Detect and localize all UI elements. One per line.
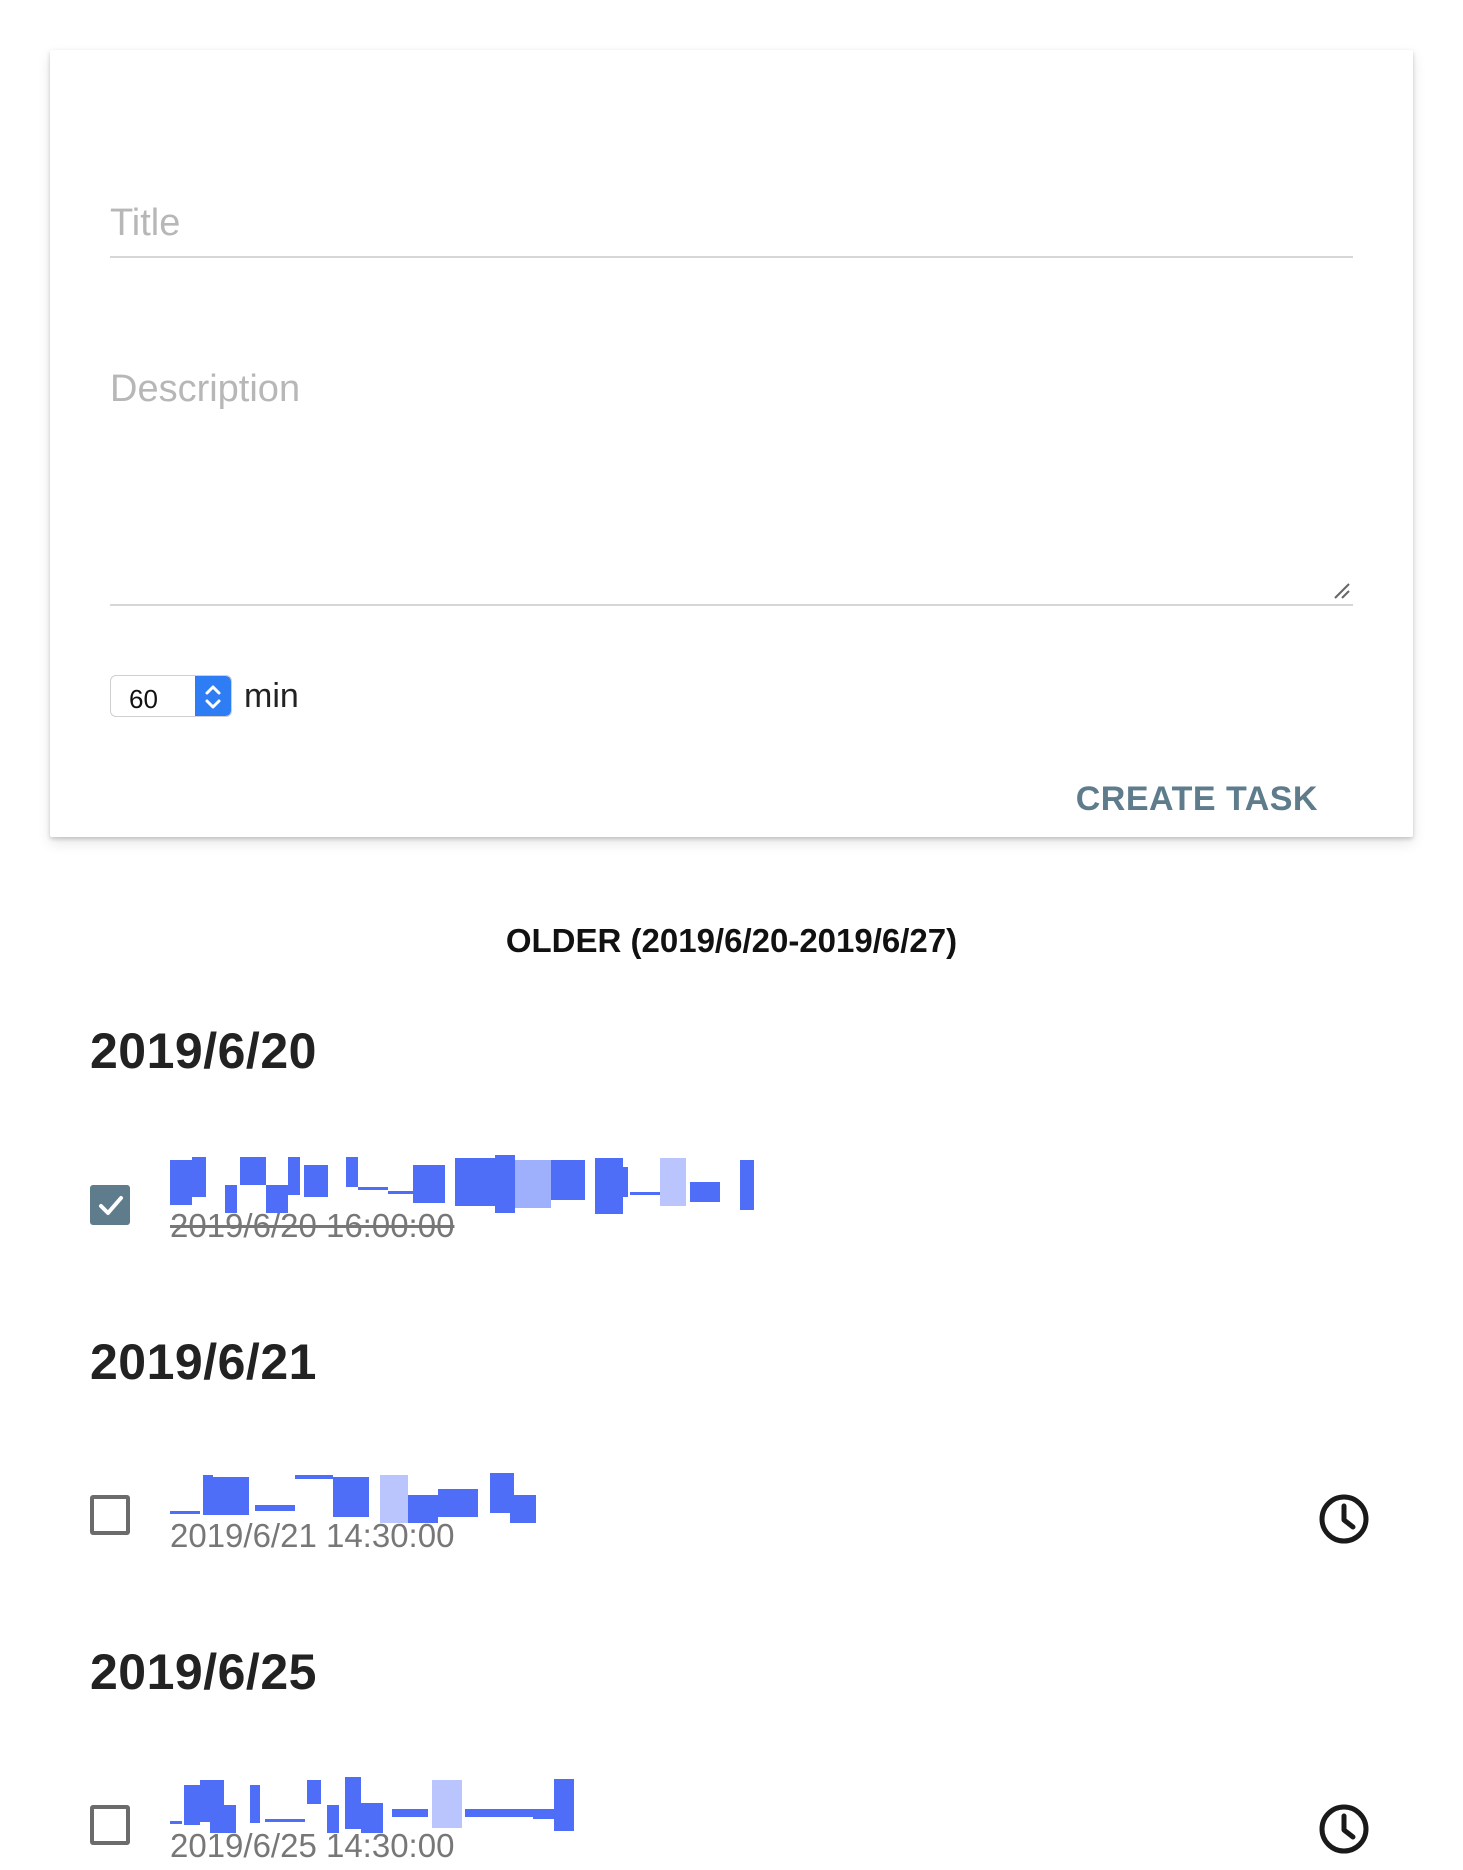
title-input[interactable] [110, 200, 1353, 246]
task-row: 2019/6/21 14:30:00 [90, 1465, 1370, 1565]
task-time: 2019/6/25 14:30:00 [170, 1827, 455, 1864]
clock-icon[interactable] [1318, 1803, 1370, 1855]
stepper-arrows[interactable] [195, 676, 231, 716]
task-time: 2019/6/20 16:00:00 [170, 1207, 455, 1244]
section-heading: OLDER (2019/6/20-2019/6/27) [505, 922, 958, 959]
day-heading: 2019/6/21 [90, 1334, 317, 1390]
task-row: 2019/6/25 14:30:00 [90, 1775, 1370, 1870]
title-field[interactable] [110, 148, 1353, 258]
description-field[interactable] [110, 324, 1353, 606]
task-row: 2019/6/20 16:00:00 [90, 1155, 1370, 1255]
new-task-card: 60 min CREATE TASK [50, 50, 1413, 837]
page: 60 min CREATE TASK OLDER (2019/6/20-2019… [0, 0, 1463, 1870]
duration-stepper[interactable]: 60 [110, 675, 232, 717]
checkmark-icon [99, 1196, 123, 1215]
create-task-button[interactable]: CREATE TASK [1076, 780, 1318, 819]
redacted-task-title[interactable] [170, 1775, 590, 1835]
day-heading: 2019/6/20 [90, 1023, 317, 1079]
duration-row: 60 min [110, 673, 299, 719]
duration-unit: min [244, 676, 299, 715]
task-time: 2019/6/21 14:30:00 [170, 1517, 455, 1554]
chevron-up-down-icon[interactable] [195, 676, 231, 717]
task-checkbox[interactable] [90, 1805, 130, 1845]
description-input[interactable] [110, 368, 1353, 588]
duration-value[interactable]: 60 [129, 684, 158, 715]
clock-icon[interactable] [1318, 1493, 1370, 1545]
redacted-task-title[interactable] [170, 1155, 770, 1215]
resize-handle-icon[interactable] [1331, 580, 1351, 600]
task-checkbox[interactable] [90, 1495, 130, 1535]
day-heading: 2019/6/25 [90, 1644, 317, 1700]
redacted-task-title[interactable] [170, 1465, 570, 1525]
task-checkbox[interactable] [90, 1185, 130, 1225]
